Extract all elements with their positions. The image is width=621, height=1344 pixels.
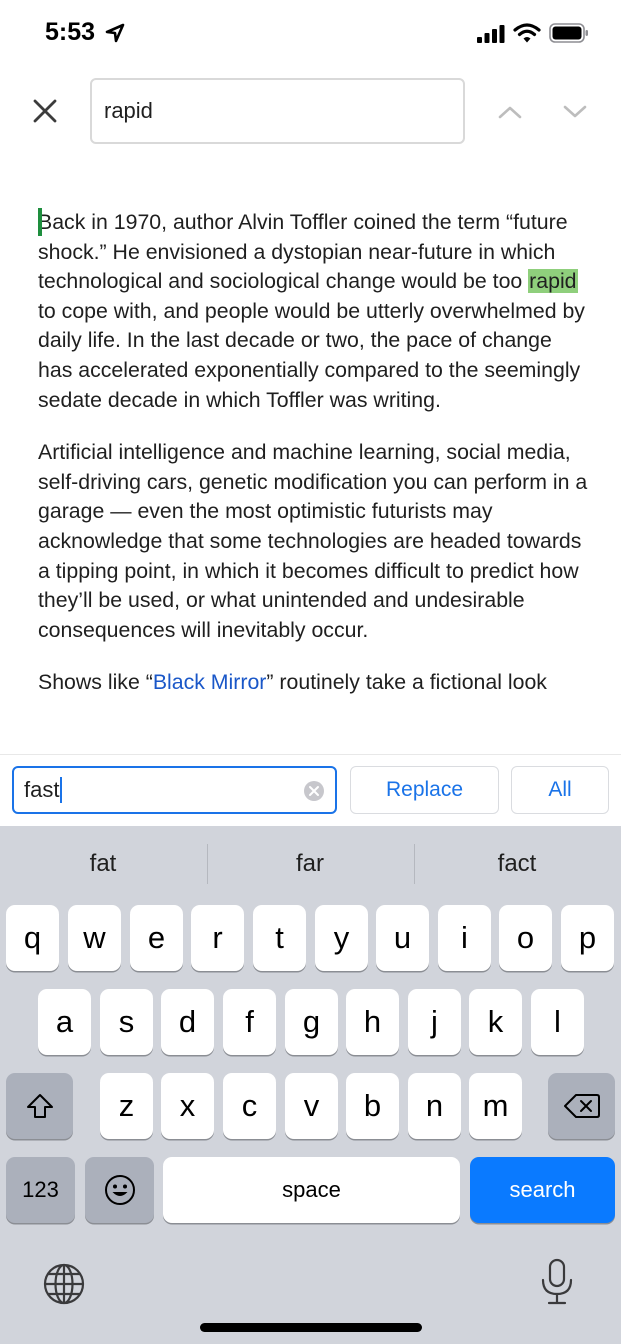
paragraph-2: Artificial intelligence and machine lear… [38, 440, 588, 642]
key-c[interactable]: c [223, 1073, 276, 1139]
key-w[interactable]: w [68, 905, 121, 971]
status-time: 5:53 [45, 18, 96, 46]
key-s[interactable]: s [100, 989, 153, 1055]
backspace-icon [563, 1094, 600, 1118]
emoji-key[interactable] [85, 1157, 154, 1223]
battery-icon [549, 23, 588, 43]
key-u[interactable]: u [376, 905, 429, 971]
find-toolbar: rapid [0, 70, 621, 160]
status-bar: 5:53 [0, 0, 621, 70]
key-x[interactable]: x [161, 1073, 214, 1139]
location-arrow-icon [105, 23, 125, 43]
next-match-button[interactable] [553, 90, 597, 134]
microphone-icon[interactable] [538, 1258, 576, 1306]
key-a[interactable]: a [38, 989, 91, 1055]
previous-match-button[interactable] [488, 90, 532, 134]
key-v[interactable]: v [285, 1073, 338, 1139]
close-icon [33, 99, 57, 123]
search-match-highlight: rapid [528, 269, 578, 294]
key-y[interactable]: y [315, 905, 368, 971]
space-key[interactable]: space [163, 1157, 460, 1223]
search-key[interactable]: search [470, 1157, 615, 1223]
key-d[interactable]: d [161, 989, 214, 1055]
key-p[interactable]: p [561, 905, 614, 971]
input-caret [60, 777, 63, 803]
suggestion-1[interactable]: fat [0, 826, 206, 902]
keyboard: fat far fact q w e r t y u i o p a s d f… [0, 826, 621, 1344]
signal-icon [477, 25, 505, 43]
key-z[interactable]: z [100, 1073, 153, 1139]
replace-button[interactable]: Replace [350, 766, 499, 814]
replace-all-button[interactable]: All [511, 766, 609, 814]
key-n[interactable]: n [408, 1073, 461, 1139]
key-k[interactable]: k [469, 989, 522, 1055]
backspace-key[interactable] [548, 1073, 615, 1139]
key-t[interactable]: t [253, 905, 306, 971]
key-l[interactable]: l [531, 989, 584, 1055]
key-o[interactable]: o [499, 905, 552, 971]
suggestion-bar: fat far fact [0, 826, 621, 902]
key-r[interactable]: r [191, 905, 244, 971]
key-m[interactable]: m [469, 1073, 522, 1139]
home-indicator [200, 1323, 422, 1332]
emoji-icon [104, 1175, 135, 1205]
find-input-value: rapid [104, 98, 153, 123]
suggestion-3[interactable]: fact [414, 826, 620, 902]
text-cursor [38, 208, 42, 236]
close-find-button[interactable] [22, 88, 68, 134]
shift-key[interactable] [6, 1073, 73, 1139]
clear-icon[interactable] [303, 780, 325, 802]
find-input[interactable]: rapid [90, 78, 465, 144]
document-body[interactable]: Back in 1970, author Alvin Toffler coine… [38, 208, 588, 754]
chevron-up-icon [498, 106, 522, 119]
key-g[interactable]: g [285, 989, 338, 1055]
key-f[interactable]: f [223, 989, 276, 1055]
paragraph-1: Back in 1970, author Alvin Toffler coine… [38, 210, 585, 412]
paragraph-3: Shows like “Black Mirror” routinely take… [38, 670, 547, 695]
black-mirror-link[interactable]: Black Mirror [153, 670, 267, 694]
key-b[interactable]: b [346, 1073, 399, 1139]
shift-icon [26, 1094, 53, 1118]
key-i[interactable]: i [438, 905, 491, 971]
replace-toolbar: fast Replace All [0, 754, 621, 826]
suggestion-2[interactable]: far [207, 826, 413, 902]
key-j[interactable]: j [408, 989, 461, 1055]
key-e[interactable]: e [130, 905, 183, 971]
wifi-icon [513, 23, 541, 43]
numbers-key[interactable]: 123 [6, 1157, 75, 1223]
replace-input-value: fast [24, 777, 60, 802]
key-q[interactable]: q [6, 905, 59, 971]
globe-icon[interactable] [42, 1262, 86, 1306]
key-h[interactable]: h [346, 989, 399, 1055]
chevron-down-icon [563, 105, 587, 118]
replace-input[interactable]: fast [12, 766, 337, 814]
